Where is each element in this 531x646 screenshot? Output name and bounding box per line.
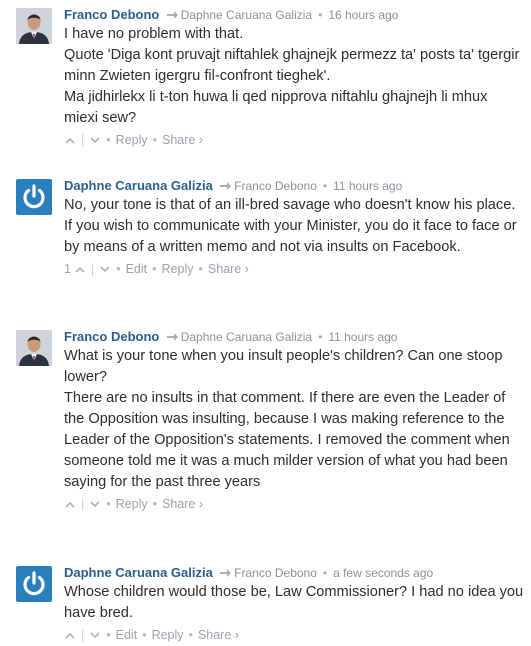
comment-paragraph: Ma jidhirlekx li t-ton huwa li qed nippr… bbox=[64, 89, 488, 126]
share-button[interactable]: Share › bbox=[208, 262, 249, 276]
comment-paragraph: Whose children would those be, Law Commi… bbox=[64, 584, 524, 621]
upvote-button[interactable] bbox=[74, 258, 86, 280]
comment-paragraph: There are no insults in that comment. If… bbox=[64, 390, 510, 490]
share-button[interactable]: Share › bbox=[198, 628, 239, 642]
chevron-down-icon bbox=[90, 501, 100, 508]
comment-actions: | • Reply • Share › bbox=[64, 493, 524, 515]
edit-button[interactable]: Edit bbox=[116, 628, 138, 642]
chevron-down-icon bbox=[90, 632, 100, 639]
chevron-up-icon bbox=[65, 501, 75, 508]
reply-to-name[interactable]: Franco Debono bbox=[234, 179, 317, 193]
avatar[interactable] bbox=[16, 566, 52, 602]
reply-arrow-icon bbox=[220, 182, 232, 190]
avatar[interactable] bbox=[16, 179, 52, 215]
comment-meta: Daphne Caruana Galizia Franco Debono • 11 … bbox=[64, 178, 403, 193]
author-name[interactable]: Daphne Caruana Galizia bbox=[64, 178, 213, 193]
power-logo-icon bbox=[23, 184, 45, 209]
chevron-up-icon bbox=[65, 137, 75, 144]
reply-button[interactable]: Reply bbox=[116, 133, 148, 147]
chevron-down-icon bbox=[100, 266, 110, 273]
reply-to-name[interactable]: Daphne Caruana Galizia bbox=[181, 330, 312, 344]
author-name[interactable]: Franco Debono bbox=[64, 7, 159, 22]
comment-actions: | • Reply • Share › bbox=[64, 129, 524, 151]
user-photo-icon bbox=[16, 330, 52, 366]
comment-meta: Franco Debono Daphne Caruana Galizia • 11 … bbox=[64, 329, 398, 344]
downvote-button[interactable] bbox=[89, 624, 101, 646]
share-button[interactable]: Share › bbox=[162, 133, 203, 147]
downvote-button[interactable] bbox=[89, 493, 101, 515]
timestamp[interactable]: 11 hours ago bbox=[333, 179, 402, 193]
downvote-button[interactable] bbox=[99, 258, 111, 280]
upvote-button[interactable] bbox=[64, 129, 76, 151]
author-name[interactable]: Franco Debono bbox=[64, 329, 159, 344]
comment-actions: | • Edit • Reply • Share › bbox=[64, 624, 524, 646]
avatar[interactable] bbox=[16, 330, 52, 366]
reply-to-name[interactable]: Franco Debono bbox=[234, 566, 317, 580]
user-photo-icon bbox=[16, 8, 52, 44]
timestamp[interactable]: 16 hours ago bbox=[328, 8, 398, 22]
power-logo-icon bbox=[23, 571, 45, 596]
reply-to-name[interactable]: Daphne Caruana Galizia bbox=[181, 8, 312, 22]
comment-text: What is your tone when you insult people… bbox=[64, 346, 524, 493]
chevron-up-icon bbox=[65, 632, 75, 639]
chevron-down-icon bbox=[90, 137, 100, 144]
reply-arrow-icon bbox=[220, 569, 232, 577]
comment-text: No, your tone is that of an ill-bred sav… bbox=[64, 195, 524, 258]
comment-paragraph: I have no problem with that. bbox=[64, 26, 244, 42]
comment-paragraph: Quote 'Diga kont pruvajt niftahlek ghajn… bbox=[64, 47, 520, 84]
comment-text: Whose children would those be, Law Commi… bbox=[64, 582, 524, 624]
reply-button[interactable]: Reply bbox=[162, 262, 194, 276]
avatar[interactable] bbox=[16, 8, 52, 44]
comment-text: I have no problem with that. Quote 'Diga… bbox=[64, 24, 524, 129]
reply-arrow-icon bbox=[166, 333, 178, 341]
author-name[interactable]: Daphne Caruana Galizia bbox=[64, 565, 213, 580]
share-button[interactable]: Share › bbox=[162, 497, 203, 511]
reply-button[interactable]: Reply bbox=[116, 497, 148, 511]
reply-arrow-icon bbox=[166, 11, 178, 19]
edit-button[interactable]: Edit bbox=[126, 262, 148, 276]
timestamp[interactable]: 11 hours ago bbox=[328, 330, 397, 344]
comment-actions: 1 | • Edit • Reply • Share › bbox=[64, 258, 524, 280]
vote-count: 1 bbox=[64, 262, 71, 276]
chevron-up-icon bbox=[75, 266, 85, 273]
comment-meta: Daphne Caruana Galizia Franco Debono • a f… bbox=[64, 565, 434, 580]
upvote-button[interactable] bbox=[64, 624, 76, 646]
comment-paragraph: What is your tone when you insult people… bbox=[64, 348, 503, 385]
timestamp[interactable]: a few seconds ago bbox=[333, 566, 433, 580]
downvote-button[interactable] bbox=[89, 129, 101, 151]
comment-paragraph: No, your tone is that of an ill-bred sav… bbox=[64, 197, 517, 255]
reply-button[interactable]: Reply bbox=[152, 628, 184, 642]
comment-meta: Franco Debono Daphne Caruana Galizia • 16 … bbox=[64, 7, 399, 22]
upvote-button[interactable] bbox=[64, 493, 76, 515]
